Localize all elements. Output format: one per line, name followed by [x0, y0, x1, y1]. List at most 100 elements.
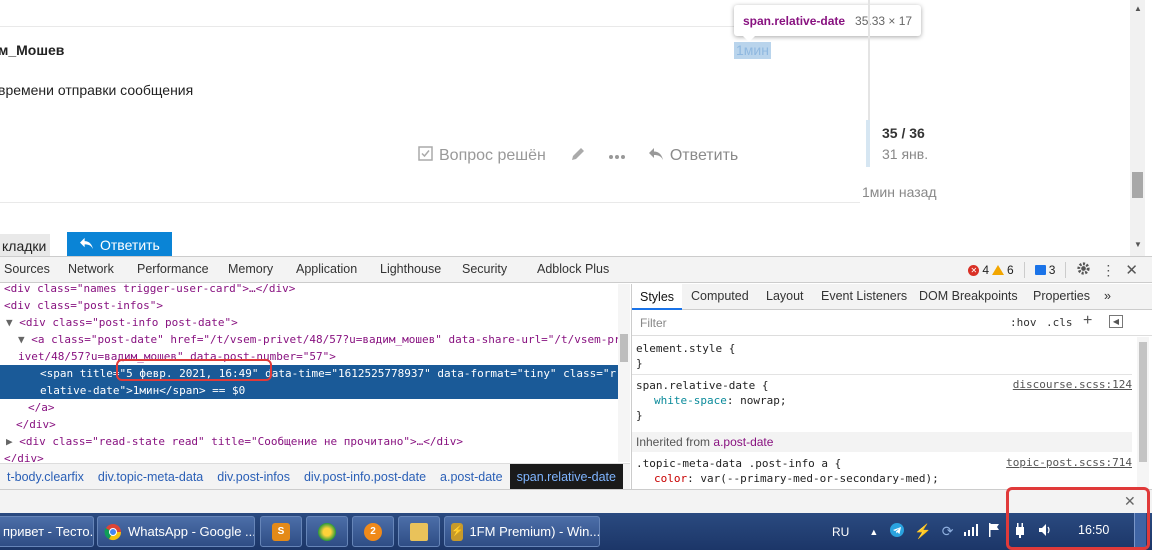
reply-link[interactable]: Ответить [648, 147, 738, 166]
post-username[interactable]: м_Мошев [0, 42, 64, 58]
taskbar-button[interactable] [306, 516, 348, 547]
cls-button[interactable]: .cls [1046, 316, 1073, 329]
rule-source-link[interactable]: topic-post.scss:714 [1006, 456, 1132, 469]
toggle-sidebar-icon[interactable]: ◀ [1109, 315, 1123, 328]
relative-date-link[interactable]: 1мин [734, 42, 771, 59]
hov-button[interactable]: :hov [1010, 316, 1037, 329]
tray-expand-icon[interactable]: ▲ [869, 527, 878, 537]
solved-button[interactable]: Вопрос решён [418, 146, 546, 166]
dom-node[interactable]: <div class="names trigger-user-card">…</… [0, 284, 630, 297]
breadcrumb-item[interactable]: a.post-date [433, 464, 510, 491]
sync-icon[interactable]: ⟳ [942, 523, 954, 540]
kebab-menu-icon[interactable]: ⋮ [1101, 262, 1115, 279]
tab-computed[interactable]: Computed [691, 289, 749, 303]
taskbar-button[interactable]: WhatsApp - Google ... [97, 516, 255, 547]
breadcrumb-item-active[interactable]: span.relative-date [509, 463, 623, 491]
dom-node[interactable]: </div> [0, 416, 630, 433]
devtools-drawer: ✕ [0, 489, 1152, 513]
errors-badge[interactable]: ✕ 4 6 [968, 263, 1014, 277]
more-tabs-icon[interactable]: » [1104, 289, 1111, 303]
expand-arrow-icon[interactable]: ▼ [18, 333, 25, 346]
timeline-handle[interactable] [866, 120, 870, 167]
dom-node[interactable]: ▼ <a class="post-date" href="/t/vsem-pri… [0, 331, 630, 348]
inherited-label: Inherited from [636, 435, 711, 449]
annotation-highlight-box [1006, 487, 1150, 550]
tab-sources[interactable]: Sources [4, 262, 50, 276]
reply-button[interactable]: Ответить [67, 232, 172, 256]
edit-button[interactable] [570, 146, 586, 167]
tab-security[interactable]: Security [462, 262, 507, 276]
winamp-icon: ⚡ [451, 522, 464, 541]
scroll-up-icon[interactable]: ▲ [1134, 4, 1142, 13]
messages-badge[interactable]: 3 [1034, 263, 1055, 277]
expand-arrow-icon[interactable]: ▶ [6, 435, 13, 448]
dom-node[interactable]: </div> [0, 450, 630, 462]
windows-taskbar: привет - Тесто... WhatsApp - Google ... … [0, 513, 1152, 550]
scroll-thumb[interactable] [1139, 342, 1147, 462]
scroll-thumb[interactable] [1132, 172, 1143, 198]
styles-tabbar: Styles Computed Layout Event Listeners D… [632, 284, 1152, 310]
dom-node[interactable]: <div class="post-infos"> [0, 297, 630, 314]
tab-application[interactable]: Application [296, 262, 357, 276]
rule-close: } [636, 357, 643, 370]
taskbar-button[interactable]: S [260, 516, 302, 547]
language-indicator[interactable]: RU [832, 525, 849, 539]
taskbar-button[interactable] [398, 516, 440, 547]
tab-network[interactable]: Network [68, 262, 114, 276]
flag-icon[interactable] [988, 523, 1000, 540]
gear-icon[interactable] [1076, 261, 1091, 279]
telegram-icon[interactable] [890, 523, 905, 540]
dom-node-text: <a class="post-date" href="/t/vsem-prive… [31, 333, 621, 346]
scroll-down-icon[interactable]: ▼ [1134, 240, 1142, 249]
tab-styles[interactable]: Styles [632, 284, 683, 310]
dom-node-selected[interactable]: elative-date">1мин</span> == $0 [0, 382, 630, 399]
style-rule: span.relative-date { discourse.scss:124 … [632, 378, 1132, 424]
close-icon[interactable]: ✕ [1125, 261, 1138, 279]
dom-node[interactable]: </a> [0, 399, 630, 416]
taskbar-button[interactable]: 2 [352, 516, 394, 547]
page-scrollbar[interactable]: ▲ ▼ [1130, 0, 1145, 256]
bookmarks-button[interactable]: кладки [0, 234, 51, 256]
tab-memory[interactable]: Memory [228, 262, 273, 276]
breadcrumb-item[interactable]: div.post-infos [210, 464, 297, 491]
tooltip-selector: span.relative-date [743, 13, 846, 28]
reply-arrow-icon [79, 237, 94, 253]
timeline-date[interactable]: 31 янв. [882, 146, 928, 162]
rule-declaration[interactable]: white-space: nowrap; [632, 393, 1132, 408]
taskbar-button-label: 1FM Premium) - Win... [469, 524, 600, 539]
wifi-icon[interactable] [963, 524, 979, 539]
inspect-tooltip: span.relative-date 35.33 × 17 [734, 5, 922, 42]
expand-arrow-icon[interactable]: ▼ [6, 316, 13, 329]
add-rule-icon[interactable]: + [1083, 312, 1092, 330]
winamp-tray-icon[interactable]: ⚡ [914, 523, 931, 540]
tab-properties[interactable]: Properties [1033, 289, 1090, 303]
styles-scrollbar[interactable] [1137, 337, 1149, 490]
post-text: времени отправки сообщения [0, 82, 194, 98]
breadcrumb-item[interactable]: t-body.clearfix [0, 464, 91, 491]
tab-lighthouse[interactable]: Lighthouse [380, 262, 441, 276]
tab-adblock-plus[interactable]: Adblock Plus [537, 262, 609, 276]
scroll-thumb[interactable] [620, 334, 628, 362]
tab-dom-breakpoints[interactable]: DOM Breakpoints [919, 289, 1018, 303]
dom-node[interactable]: ▶ <div class="read-state read" title="Со… [0, 433, 630, 450]
taskbar-button[interactable]: ⚡ 1FM Premium) - Win... [444, 516, 600, 547]
breadcrumb-item[interactable]: div.post-info.post-date [297, 464, 433, 491]
tab-layout[interactable]: Layout [766, 289, 804, 303]
inherited-tag[interactable]: a.post-date [713, 435, 773, 449]
rule-declaration[interactable]: color: var(--primary-med-or-secondary-me… [632, 471, 1132, 486]
taskbar-button[interactable]: привет - Тесто... [0, 516, 94, 547]
filter-input[interactable]: Filter [640, 316, 667, 330]
tooltip-dimensions: 35.33 × 17 [855, 13, 913, 28]
timeline-ago[interactable]: 1мин назад [862, 184, 937, 200]
dom-node-selected[interactable]: <span title="5 февр. 2021, 16:49" data-t… [0, 365, 630, 382]
tab-performance[interactable]: Performance [137, 262, 209, 276]
rule-source-link[interactable]: discourse.scss:124 [1013, 378, 1132, 391]
elements-scrollbar[interactable] [618, 284, 630, 462]
timeline-track [868, 0, 870, 120]
tab-event-listeners[interactable]: Event Listeners [821, 289, 907, 303]
more-button[interactable] [608, 147, 626, 165]
reply-arrow-icon [648, 147, 664, 166]
dom-node[interactable]: ▼ <div class="post-info post-date"> [0, 314, 630, 331]
breadcrumb-item[interactable]: div.topic-meta-data [91, 464, 210, 491]
rule-selector[interactable]: element.style { [632, 341, 1132, 356]
